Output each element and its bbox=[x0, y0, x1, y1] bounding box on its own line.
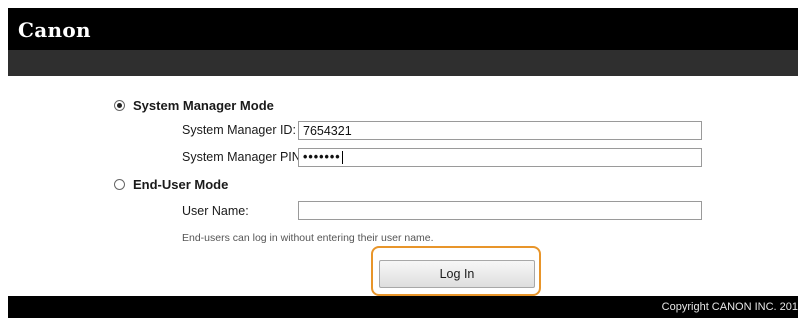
system-manager-mode-option[interactable]: System Manager Mode bbox=[114, 98, 274, 113]
system-manager-pin-label: System Manager PIN: bbox=[182, 150, 305, 164]
system-manager-id-input[interactable] bbox=[298, 121, 702, 140]
pin-masked-value: ••••••• bbox=[303, 150, 341, 164]
text-caret bbox=[341, 151, 343, 165]
user-name-label: User Name: bbox=[182, 204, 249, 218]
login-panel: System Manager Mode System Manager ID: S… bbox=[8, 76, 798, 296]
login-button[interactable]: Log In bbox=[379, 260, 535, 288]
header-bar: Canon bbox=[8, 8, 798, 50]
end-user-mode-label: End-User Mode bbox=[133, 177, 229, 192]
footer-bar: Copyright CANON INC. 201 bbox=[8, 296, 798, 318]
sub-header-bar bbox=[8, 50, 798, 76]
system-manager-mode-radio[interactable] bbox=[114, 100, 125, 111]
copyright-text: Copyright CANON INC. 201 bbox=[661, 301, 798, 313]
system-manager-pin-input[interactable]: ••••••• bbox=[298, 148, 702, 167]
system-manager-mode-label: System Manager Mode bbox=[133, 98, 274, 113]
system-manager-id-label: System Manager ID: bbox=[182, 123, 296, 137]
canon-logo: Canon bbox=[18, 18, 91, 42]
page-frame: Canon System Manager Mode System Manager… bbox=[8, 8, 798, 318]
user-name-input[interactable] bbox=[298, 201, 702, 220]
end-user-mode-option[interactable]: End-User Mode bbox=[114, 177, 228, 192]
end-user-mode-radio[interactable] bbox=[114, 179, 125, 190]
end-user-note: End-users can log in without entering th… bbox=[182, 232, 434, 244]
